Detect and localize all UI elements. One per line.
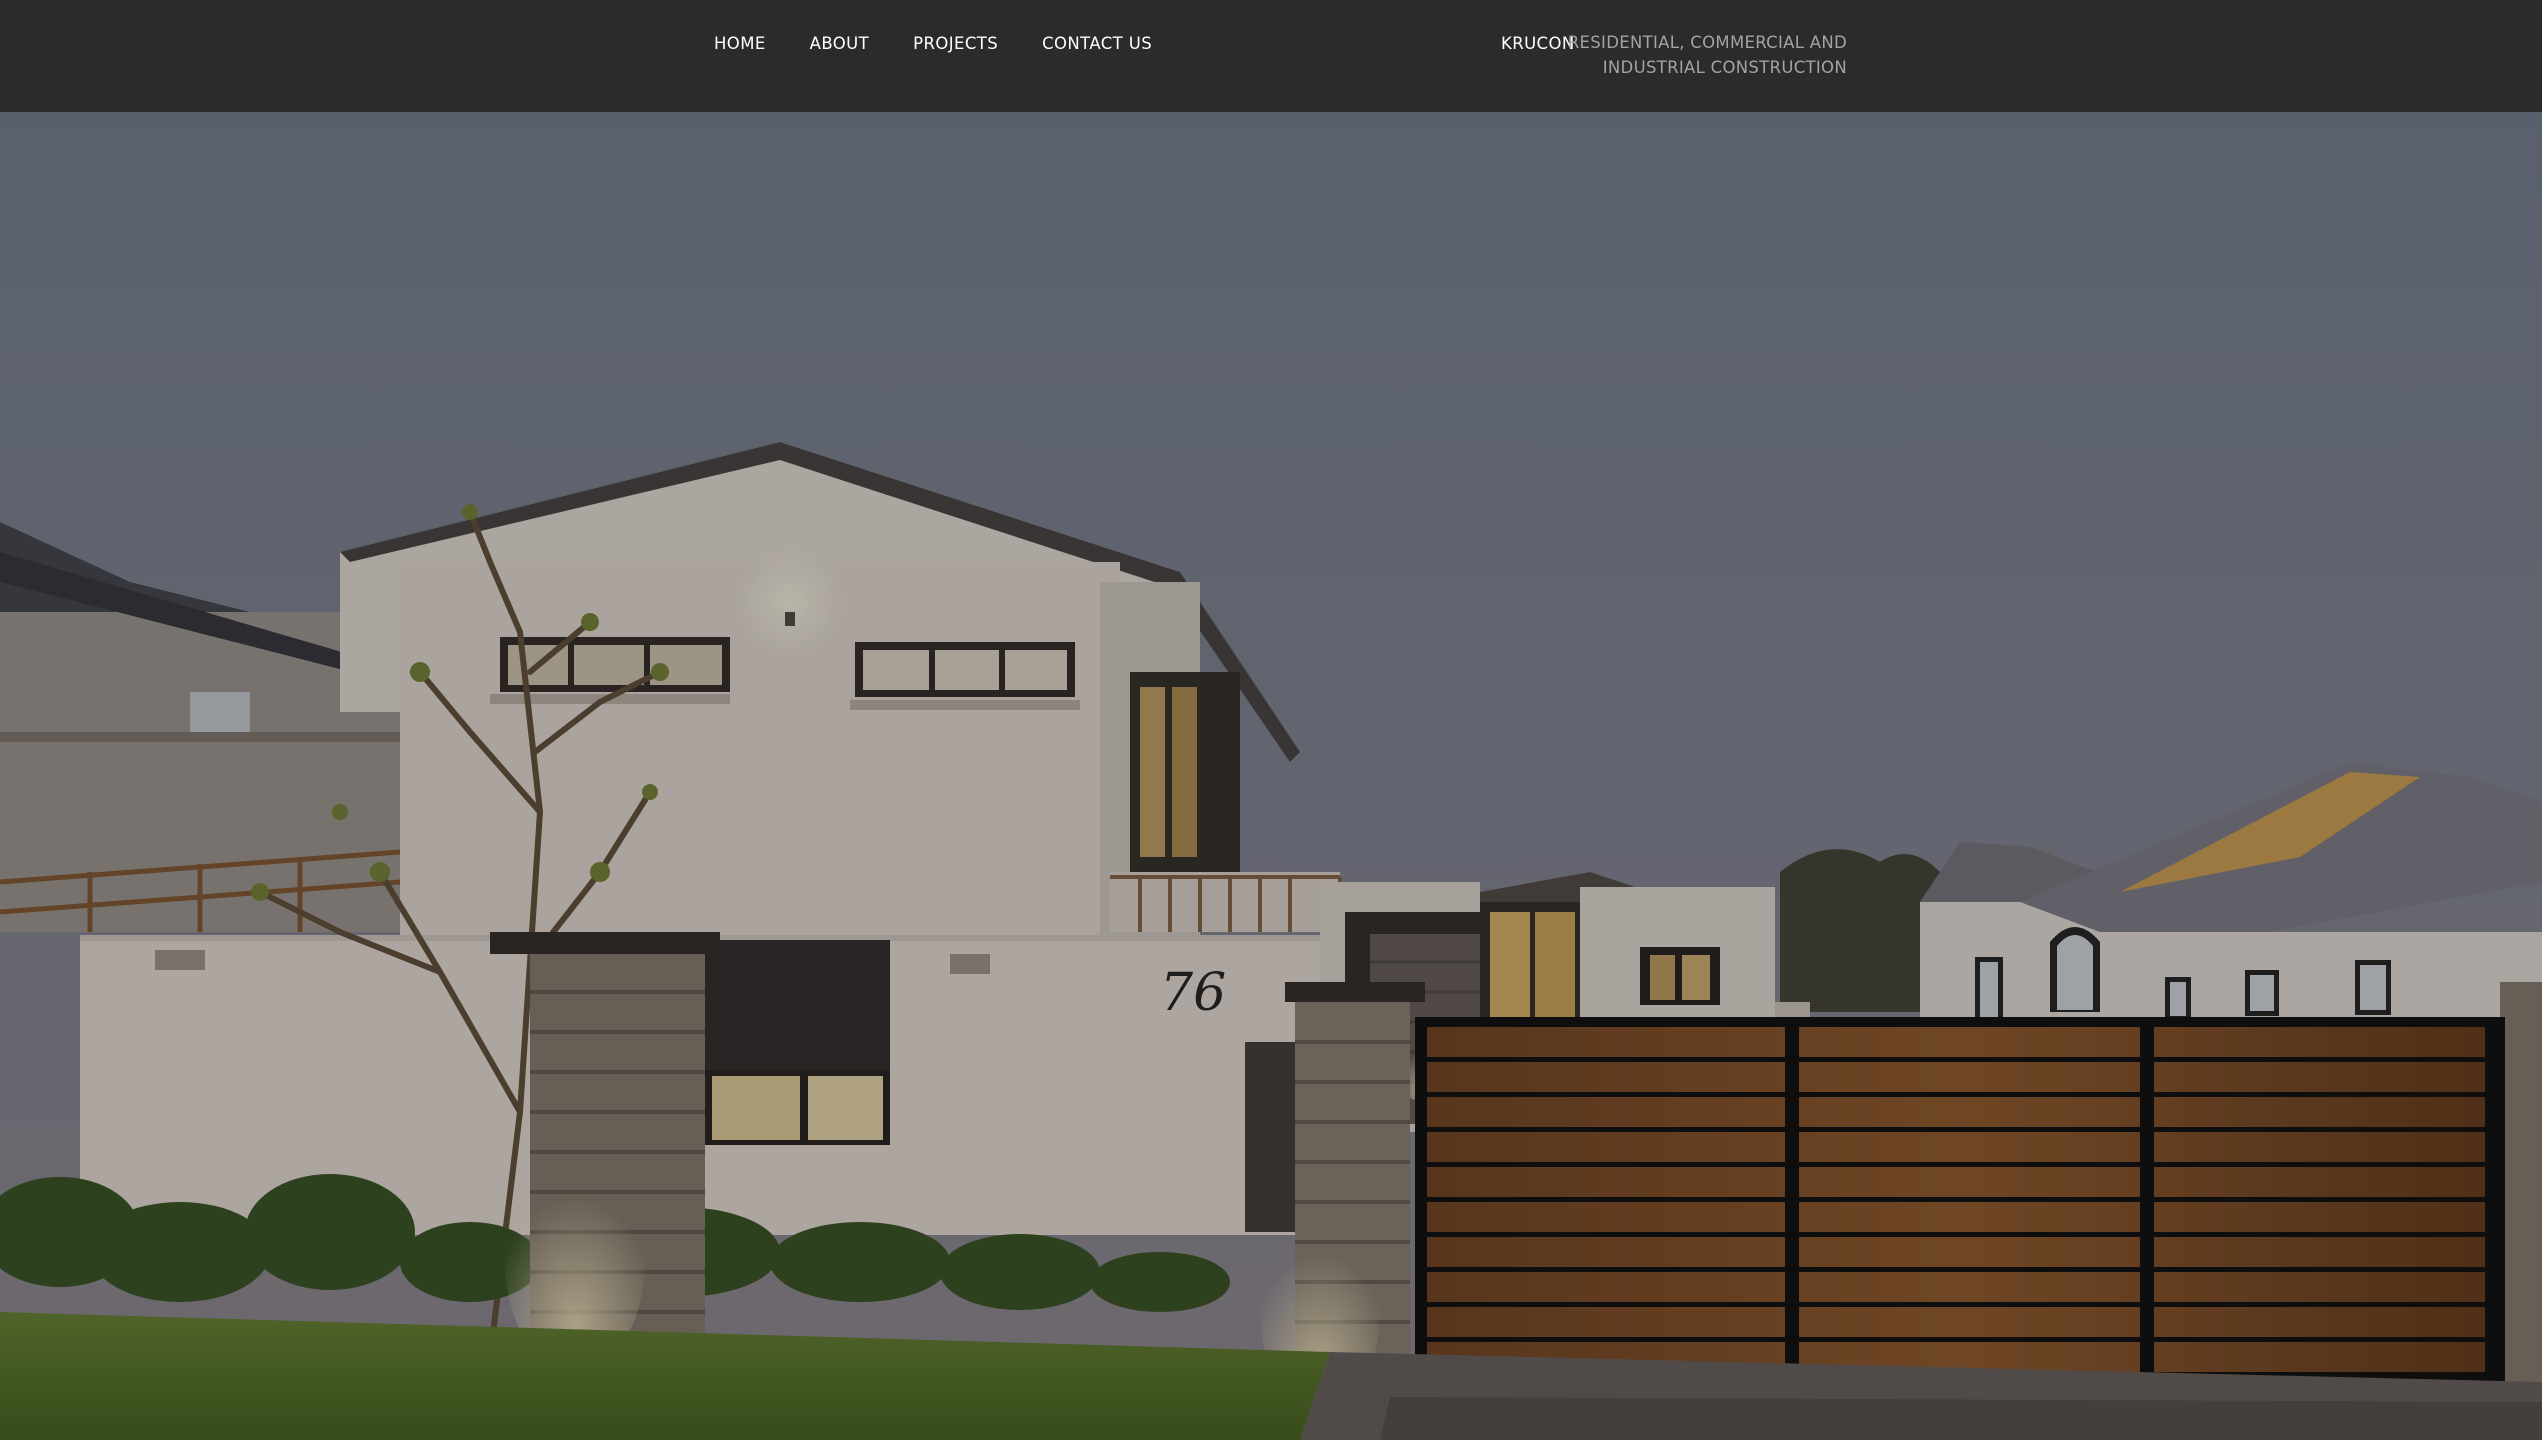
nav-home-link[interactable]: HOME bbox=[714, 30, 766, 58]
brand-tagline: RESIDENTIAL, COMMERCIAL AND INDUSTRIAL C… bbox=[1547, 30, 1847, 80]
house-illustration: 76 bbox=[0, 112, 2542, 1440]
nav-projects-link[interactable]: PROJECTS bbox=[913, 30, 998, 58]
main-nav: HOME ABOUT PROJECTS CONTACT US bbox=[714, 30, 1196, 58]
site-header: HOME ABOUT PROJECTS CONTACT US KRUCON RE… bbox=[0, 0, 2542, 112]
tagline-line-2: INDUSTRIAL CONSTRUCTION bbox=[1602, 58, 1847, 77]
nav-contact-link[interactable]: CONTACT US bbox=[1042, 30, 1152, 58]
nav-about-link[interactable]: ABOUT bbox=[810, 30, 869, 58]
house-number: 76 bbox=[1160, 963, 1226, 1023]
tagline-line-1: RESIDENTIAL, COMMERCIAL AND bbox=[1567, 33, 1847, 52]
hero-image: 76 bbox=[0, 112, 2542, 1440]
